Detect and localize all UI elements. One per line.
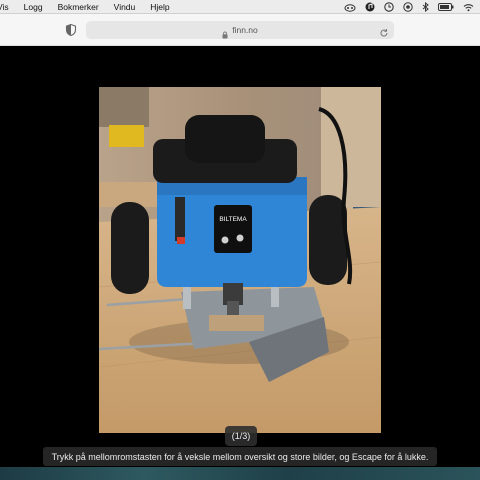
clock-icon[interactable] [384,2,394,12]
reload-icon[interactable] [379,25,389,37]
menu-vindu[interactable]: Vindu [106,2,143,12]
record-icon[interactable] [403,2,413,12]
music-note-icon[interactable] [365,2,375,12]
product-photo[interactable]: BILTEMA [99,87,381,433]
menu-logg[interactable]: Logg [16,2,50,12]
battery-icon[interactable] [438,3,454,11]
wifi-icon[interactable] [463,3,474,12]
image-viewer[interactable]: BILTEMA (1/3) Trykk på mellomromstasten … [0,47,480,480]
status-tray [344,0,474,14]
brand-label: BILTEMA [219,216,247,223]
menu-bokmerker[interactable]: Bokmerker [50,2,106,12]
menu-vis[interactable]: Vis [0,2,16,12]
privacy-shield-icon[interactable] [64,23,78,37]
image-counter: (1/3) [225,426,257,446]
lock-icon [222,26,228,39]
menu-bar: Vis Logg Bokmerker Vindu Hjelp [0,0,480,14]
bluetooth-icon[interactable] [422,2,429,12]
page-background-strip [0,467,480,480]
menu-hjelp[interactable]: Hjelp [142,2,176,12]
url-text: finn.no [232,25,258,35]
keyboard-hint: Trykk på mellomromstasten for å veksle m… [43,447,437,466]
cloud-icon[interactable] [344,3,356,12]
address-bar[interactable]: finn.no [86,21,394,39]
browser-toolbar: finn.no [0,14,480,46]
